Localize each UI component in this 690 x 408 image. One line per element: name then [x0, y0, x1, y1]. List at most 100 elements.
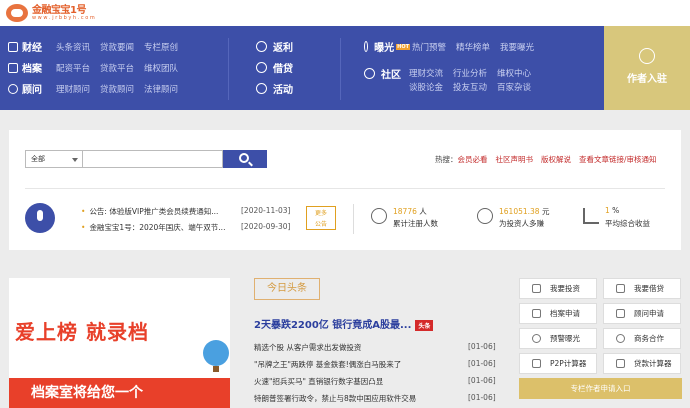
business-cooperation-button[interactable]: 商务合作 [603, 328, 681, 349]
notice-item[interactable]: 公告: 体验版VIP推广类会员续费通知... [81, 206, 218, 217]
author-icon [639, 48, 655, 64]
nav-link[interactable]: 贷款要闻 [100, 41, 134, 53]
nav-community-label: 社区 [381, 69, 401, 81]
more-notices-button[interactable]: 更多 公告 [306, 206, 336, 230]
tab-today-headlines[interactable]: 今日头条 [254, 278, 320, 300]
news-item[interactable]: 特朗普签署行政令，禁止与8款中国应用软件交易 [254, 393, 416, 404]
nav-link[interactable]: 精华榜单 [456, 41, 490, 53]
hot-link[interactable]: 版权解说 [541, 155, 571, 164]
tool-label: P2P计算器 [550, 359, 587, 368]
nav-link[interactable]: 谈股论金 [409, 81, 443, 93]
hot-link[interactable]: 查看文章链接/审核通知 [579, 155, 657, 164]
flag-icon [256, 83, 267, 94]
tool-label: 档案申请 [550, 309, 580, 318]
tool-label: 顾问申请 [634, 309, 664, 318]
search-button[interactable] [223, 150, 267, 168]
folder-icon [8, 62, 18, 73]
hot-search-links: 热搜：会员必看 社区声明书 版权解说 查看文章链接/审核通知 [435, 154, 657, 165]
nav-finance[interactable]: 财经 [8, 39, 56, 54]
borrow-button[interactable]: 我要借贷 [603, 278, 681, 299]
stats-divider [353, 204, 354, 234]
nav-services: 返利 借贷 活动 [256, 36, 316, 99]
hot-air-balloon-icon [203, 340, 229, 372]
nav-archive[interactable]: 档案 [8, 60, 56, 75]
nav-link[interactable]: 专栏原创 [144, 41, 178, 53]
panel-divider [25, 188, 665, 189]
advisor-apply-button[interactable]: 顾问申请 [603, 303, 681, 324]
nav-link[interactable]: 我要曝光 [500, 41, 534, 53]
nav-link[interactable]: 理财交流 [409, 67, 443, 79]
nav-link[interactable]: 投友互动 [453, 81, 487, 93]
stat-value: 18776 [393, 207, 417, 216]
banner-subtitle: 档案室将给您一个 [9, 378, 230, 408]
percent-icon [532, 359, 541, 368]
document-icon [532, 309, 541, 318]
nav-link[interactable]: 理财顾问 [56, 83, 90, 95]
nav-link[interactable]: 头条资讯 [56, 41, 90, 53]
news-item[interactable]: "吊牌之王"两跌停 基金鉄套!偶涨白马股来了 [254, 359, 401, 370]
warning-exposure-button[interactable]: 预警曝光 [519, 328, 597, 349]
hot-link[interactable]: 社区声明书 [496, 155, 534, 164]
news-item[interactable]: 精选个股 从客户需求出发做投资 [254, 342, 361, 353]
search-icon [239, 153, 249, 163]
nav-advisor[interactable]: 顾问 [8, 81, 56, 96]
nav-exposure-main[interactable]: 曝光 HOT [364, 39, 412, 54]
nav-exposure: 曝光 HOT 热门预警 精华榜单 我要曝光 [364, 36, 544, 57]
author-join-button[interactable]: 作者入驻 [604, 26, 690, 110]
p2p-calculator-button[interactable]: P2P计算器 [519, 353, 597, 374]
nav-link[interactable]: 行业分析 [453, 67, 487, 79]
bar-chart-icon [583, 208, 599, 224]
promo-banner[interactable]: 爱上榜 就录档 档案室将给您一个 [9, 278, 230, 408]
headline-badge: 头条 [415, 319, 434, 331]
shield-icon [256, 62, 267, 73]
search-input[interactable] [83, 150, 223, 168]
microphone-icon [25, 203, 55, 233]
more-notices-label: 更多 [314, 210, 327, 217]
news-date: [01-06] [468, 359, 496, 368]
archive-apply-button[interactable]: 档案申请 [519, 303, 597, 324]
hot-link[interactable]: 会员必看 [458, 155, 488, 164]
more-notices-sublabel: 公告 [314, 221, 327, 228]
nav-link[interactable]: 配资平台 [56, 62, 90, 74]
invest-icon [532, 284, 541, 293]
stat-label: 平均综合收益 [605, 219, 650, 228]
stat-unit: % [609, 206, 620, 215]
nav-link[interactable]: 维权中心 [497, 67, 531, 79]
nav-loan[interactable]: 借贷 [256, 60, 316, 75]
nav-rebate-label: 返利 [273, 43, 293, 54]
stat-unit: 元 [539, 207, 550, 216]
nav-groups: 财经 头条资讯 贷款要闻 专栏原创 档案 配资平台 贷款平台 维权团队 顾问 理… [8, 36, 188, 99]
headline-link[interactable]: 2天暴跌2200亿 银行竟成A股最... 头条 [254, 316, 434, 331]
calculator-icon [616, 359, 625, 368]
notice-item[interactable]: 金融宝宝1号：2020年国庆、端午双节... [81, 222, 225, 233]
nav-link[interactable]: 热门预警 [412, 41, 446, 53]
search-category-select[interactable]: 全部 [25, 150, 83, 168]
nav-group-advisor: 顾问 理财顾问 贷款顾问 法律顾问 [8, 78, 188, 99]
warning-icon [532, 334, 541, 343]
nav-link[interactable]: 百家杂谈 [497, 81, 531, 93]
columnist-apply-button[interactable]: 专栏作者申请入口 [519, 378, 682, 399]
hot-badge: HOT [396, 43, 410, 50]
search-category-value: 全部 [31, 155, 45, 163]
notice-date: [2020-09-30] [241, 222, 291, 231]
nav-community-main[interactable]: 社区 [364, 66, 409, 81]
piggy-bank-icon [6, 4, 28, 22]
nav-link[interactable]: 贷款平台 [100, 62, 134, 74]
nav-rebate[interactable]: 返利 [256, 39, 316, 54]
borrow-icon [616, 284, 625, 293]
nav-link[interactable]: 贷款顾问 [100, 83, 134, 95]
invest-button[interactable]: 我要投资 [519, 278, 597, 299]
users-icon [371, 208, 387, 224]
nav-activity[interactable]: 活动 [256, 81, 316, 96]
loan-calculator-button[interactable]: 贷款计算器 [603, 353, 681, 374]
tool-label: 我要投资 [550, 284, 580, 293]
news-item[interactable]: 火速"招兵买马" 直销银行数字基因凸显 [254, 376, 383, 387]
news-section: 今日头条 2天暴跌2200亿 银行竟成A股最... 头条 精选个股 从客户需求出发… [246, 278, 508, 408]
nav-divider [228, 38, 229, 100]
nav-link[interactable]: 法律顾问 [144, 83, 178, 95]
logo-name: 金融宝宝1号 [32, 4, 86, 16]
nav-link[interactable]: 维权团队 [144, 62, 178, 74]
user-icon [8, 83, 18, 94]
site-logo[interactable]: 金融宝宝1号 w w w . j r b b y h . c o m [6, 3, 95, 23]
gift-icon [256, 41, 267, 52]
